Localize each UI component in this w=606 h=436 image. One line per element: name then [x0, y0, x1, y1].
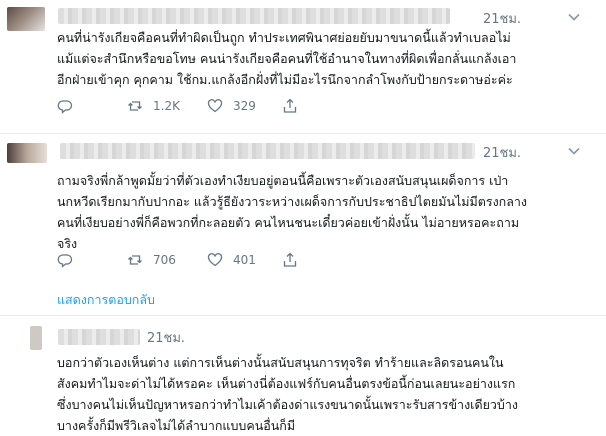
- tweet[interactable]: 21ชม. บอกว่าตัวเองเห็นต่าง แต่การเห็นต่า…: [0, 315, 606, 433]
- reply-button[interactable]: [57, 250, 83, 270]
- heart-icon: [207, 253, 223, 267]
- tweet-text-line: สังคมทำไมจะด่าไม่ได้หรอคะ เห็นต่างนี่ต้อ…: [57, 376, 516, 391]
- share-icon: [283, 252, 297, 267]
- tweet-text: คนที่น่ารังเกียจคือคนที่ทำผิดเป็นถูก ทำป…: [57, 27, 597, 90]
- tweet-timestamp[interactable]: 21ชม.: [483, 142, 521, 163]
- blurred-username: [60, 143, 475, 159]
- like-button[interactable]: 329: [207, 96, 256, 116]
- avatar[interactable]: [30, 326, 42, 350]
- retweet-count: 1.2K: [153, 99, 180, 113]
- share-icon: [283, 98, 297, 113]
- tweet-text-line: นกหวีดเรียกมากับปากอะ แล้วรู้ธียังวาระหว…: [57, 194, 528, 209]
- blurred-username: [58, 329, 140, 345]
- tweet-text-line: คนที่เงียบอย่างพี่ก็คือพวกที่กะลอยตัว คน…: [57, 215, 520, 230]
- heart-icon: [207, 99, 223, 113]
- tweet[interactable]: 21ชม. ถามจริงพี่กล้าพูดมั้ยว่าที่ตัวเองท…: [0, 133, 606, 315]
- tweet-timestamp[interactable]: 21ชม.: [483, 8, 521, 29]
- like-count: 401: [233, 253, 256, 267]
- like-button[interactable]: 401: [207, 250, 256, 270]
- tweet-text: ถามจริงพี่กล้าพูดมั้ยว่าที่ตัวเองทำเงียบ…: [57, 170, 597, 254]
- tweet-text: บอกว่าตัวเองเห็นต่าง แต่การเห็นต่างนั้นส…: [57, 352, 597, 436]
- retweet-button[interactable]: 1.2K: [127, 96, 180, 116]
- avatar[interactable]: [7, 7, 45, 31]
- tweet-text-line: ซึ่งบางคนไม่เห็นปัญหาหรอกว่าทำไมเค้าต้อง…: [57, 397, 518, 412]
- reply-icon: [57, 254, 73, 268]
- retweet-icon: [128, 101, 142, 111]
- tweet-text-line: อีกฝ่ายเข้าคุก คุกคาม ใช้กม.แกล้งอีกฝั่ง…: [57, 72, 513, 87]
- like-count: 329: [233, 99, 256, 113]
- show-replies-link[interactable]: แสดงการตอบกลับ: [57, 290, 155, 310]
- tweet-text-line: ถามจริงพี่กล้าพูดมั้ยว่าที่ตัวเองทำเงียบ…: [57, 173, 509, 188]
- tweet-text-line: บอกว่าตัวเองเห็นต่าง แต่การเห็นต่างนั้นส…: [57, 355, 504, 370]
- reply-icon: [57, 100, 73, 114]
- share-button[interactable]: [282, 96, 298, 116]
- tweet-text-line: คนที่น่ารังเกียจคือคนที่ทำผิดเป็นถูก ทำป…: [57, 30, 511, 45]
- blurred-username: [58, 8, 450, 24]
- share-button[interactable]: [282, 250, 298, 270]
- retweet-count: 706: [153, 253, 176, 267]
- reply-button[interactable]: [57, 96, 83, 116]
- tweet[interactable]: 21ชม. คนที่น่ารังเกียจคือคนที่ทำผิดเป็นถ…: [0, 0, 606, 133]
- chevron-down-icon[interactable]: [567, 144, 581, 158]
- chevron-down-icon[interactable]: [567, 10, 581, 24]
- tweet-text-line: แม้แต่จะสำนึกหรือขอโทษ คนน่ารังเกียจคือค…: [57, 51, 517, 66]
- avatar[interactable]: [7, 143, 47, 163]
- retweet-button[interactable]: 706: [127, 250, 176, 270]
- retweet-icon: [128, 255, 142, 265]
- tweet-timestamp[interactable]: 21ชม.: [147, 327, 185, 348]
